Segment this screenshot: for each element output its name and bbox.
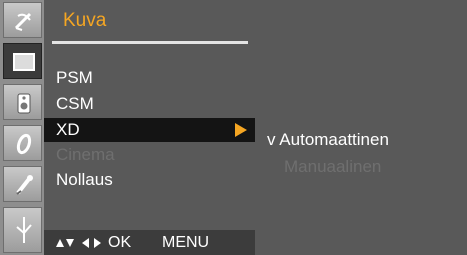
signal-icon	[16, 217, 32, 243]
navigation-hint-bar: OK MENU	[44, 230, 255, 255]
submenu-item-label: Manuaalinen	[284, 157, 382, 176]
key-icon	[16, 175, 33, 195]
check-mark-icon: v	[267, 130, 276, 149]
picture-menu-panel: Kuva PSM CSM XD Cinema Nollaus OK MENU	[44, 0, 255, 255]
submenu-item-manual[interactable]: Manuaalinen	[284, 157, 381, 177]
left-right-arrows-icon	[82, 238, 101, 248]
submenu-item-label: Automaattinen	[279, 130, 389, 149]
up-down-arrows-icon	[56, 239, 74, 247]
menu-title: Kuva	[63, 10, 107, 31]
menu-item-cinema[interactable]: Cinema	[44, 143, 255, 167]
category-tab-special[interactable]	[3, 166, 42, 202]
submenu-item-automatic[interactable]: v Automaattinen	[267, 130, 389, 150]
menu-item-label: Cinema	[56, 145, 115, 164]
menu-item-reset[interactable]: Nollaus	[44, 168, 255, 192]
ok-hint: OK	[108, 234, 132, 251]
category-icon-column	[0, 0, 44, 255]
menu-item-xd[interactable]: XD	[44, 118, 255, 142]
category-tab-screen[interactable]	[3, 207, 42, 253]
clock-icon	[16, 133, 32, 155]
title-divider	[52, 41, 248, 44]
category-tab-sound[interactable]	[3, 84, 42, 120]
menu-item-label: Nollaus	[56, 170, 113, 189]
menu-hint: MENU	[162, 234, 210, 251]
xd-submenu-panel: v Automaattinen Manuaalinen	[255, 0, 467, 255]
osd-screen: Kuva PSM CSM XD Cinema Nollaus OK MENU v…	[0, 0, 467, 255]
screen-icon	[13, 53, 35, 71]
menu-item-label: XD	[56, 120, 80, 139]
menu-item-label: CSM	[56, 94, 94, 113]
category-tab-time[interactable]	[3, 125, 42, 161]
menu-item-label: PSM	[56, 68, 93, 87]
category-tab-station[interactable]	[3, 2, 42, 38]
satellite-dish-icon	[14, 12, 32, 31]
submenu-arrow-icon	[235, 123, 247, 137]
speaker-icon	[17, 93, 31, 114]
menu-item-psm[interactable]: PSM	[44, 66, 255, 90]
category-tab-picture[interactable]	[3, 43, 42, 79]
menu-item-csm[interactable]: CSM	[44, 92, 255, 116]
